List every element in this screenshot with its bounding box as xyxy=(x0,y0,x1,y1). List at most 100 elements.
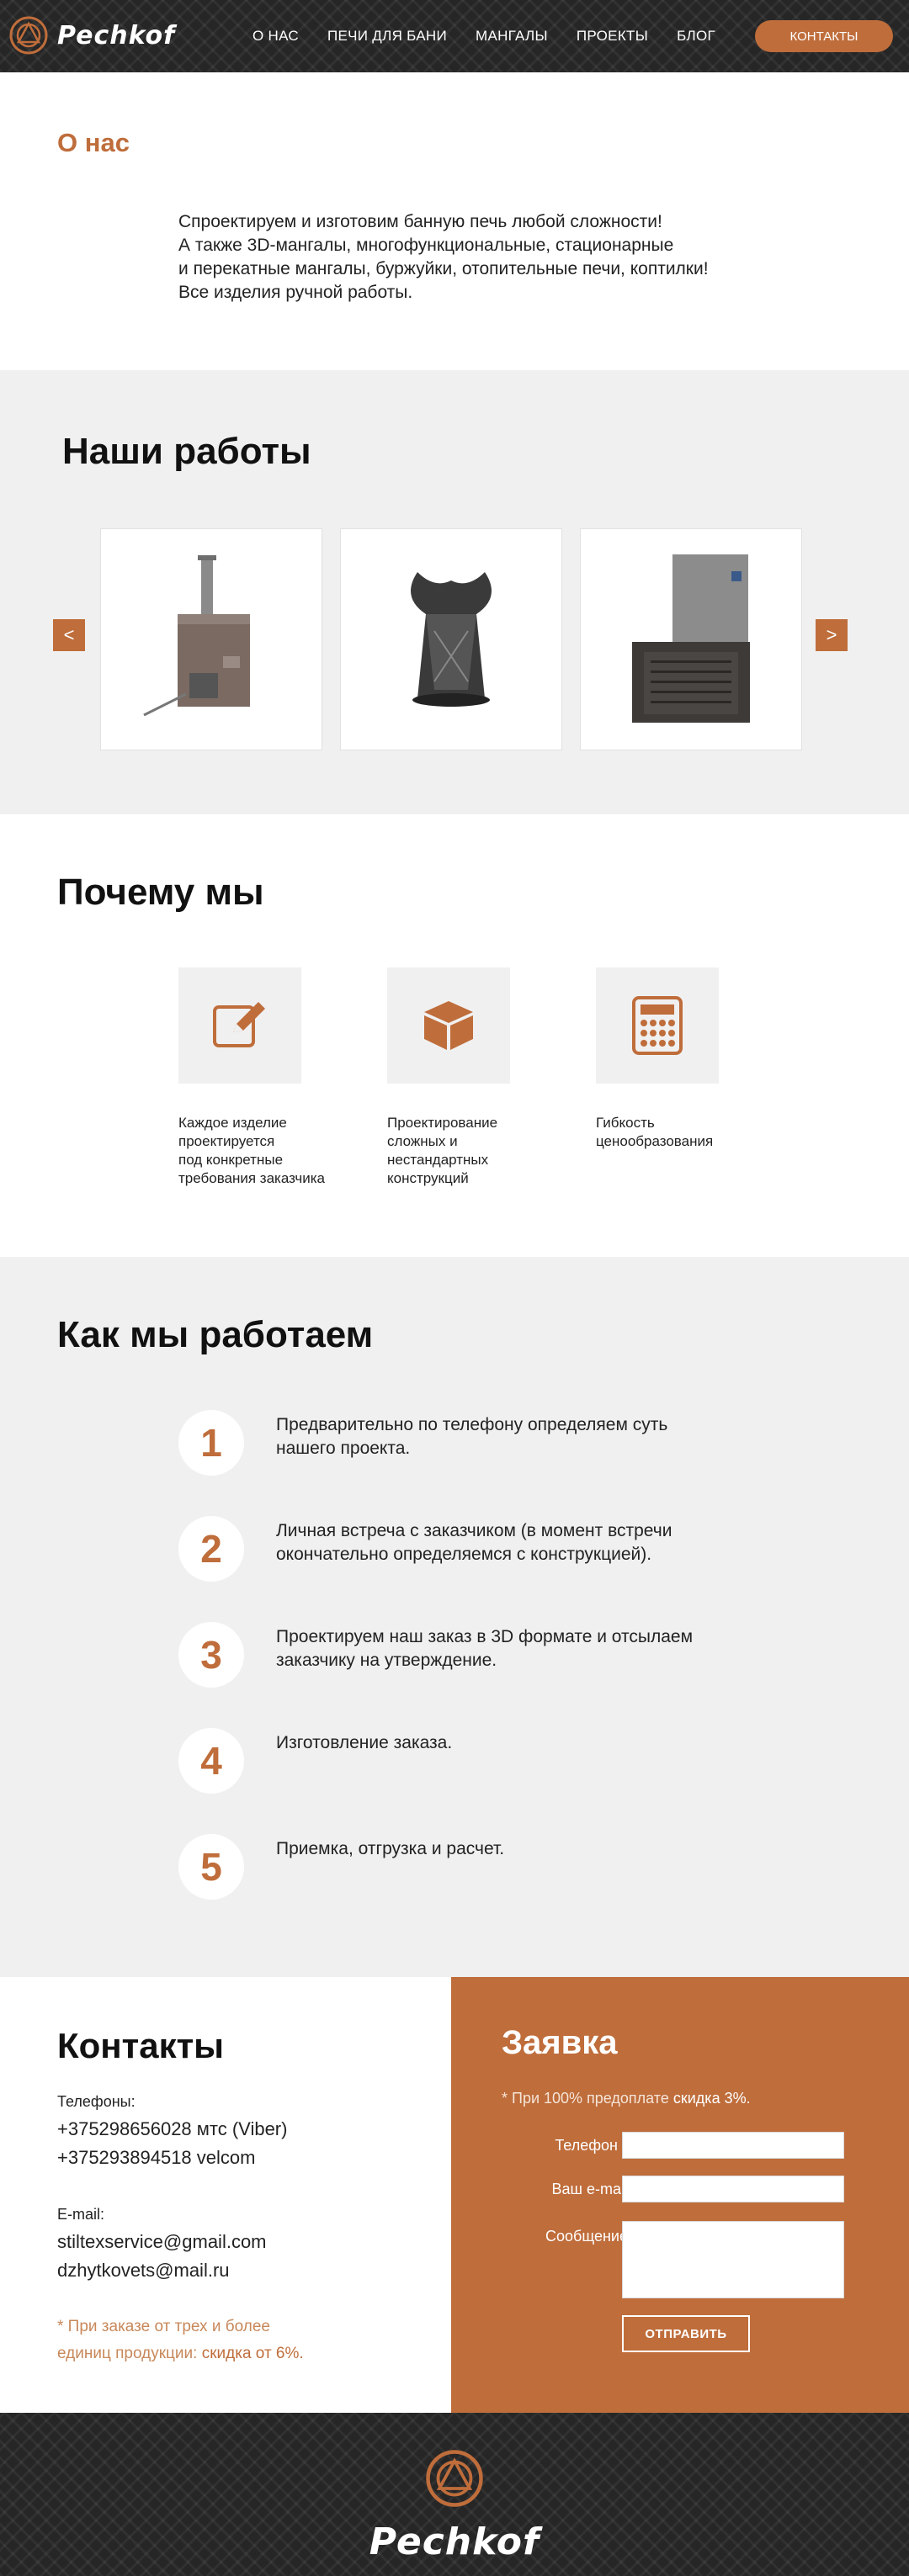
step-text-line: Личная встреча с заказчиком (в момент вс… xyxy=(276,1521,672,1540)
nav-item-projects[interactable]: Проекты xyxy=(577,28,648,45)
carousel-next-button[interactable]: > xyxy=(816,619,848,651)
3d-grill-image xyxy=(411,572,492,707)
prepay-note-text: * При 100% предоплате xyxy=(502,2090,669,2107)
footer-logo-text: Pechkof xyxy=(369,2520,540,2563)
contacts-section: Контакты Телефоны: +375298656028 мтс (Vi… xyxy=(0,1977,451,2413)
discount-highlight: скидка от 6%. xyxy=(201,2345,304,2362)
edit-icon xyxy=(213,1002,265,1047)
step-number: 3 xyxy=(178,1622,244,1688)
step-text-line: заказчику на утверждение. xyxy=(276,1651,497,1670)
step-text: Изготовление заказа. xyxy=(276,1731,452,1755)
contacts-button[interactable]: Контакты xyxy=(755,20,893,52)
prepay-note: * При 100% предоплате скидка 3%. xyxy=(502,2090,751,2107)
step-number: 4 xyxy=(178,1728,244,1794)
why-title: Почему мы xyxy=(57,872,264,913)
logo-mark-icon xyxy=(9,16,48,55)
phone-link[interactable]: +375298656028 мтс (Viber) xyxy=(57,2118,287,2140)
step-text-line: Проектируем наш заказ в 3D формате и отс… xyxy=(276,1627,694,1646)
why-text: Гибкость ценообразования xyxy=(596,1114,781,1151)
step-number: 5 xyxy=(178,1834,244,1900)
step-number: 1 xyxy=(178,1410,244,1476)
phone-link[interactable]: +375293894518 velcom xyxy=(57,2147,255,2169)
nav-item-blog[interactable]: Блог xyxy=(677,28,715,45)
why-item: Каждое изделие проектируется под конкрет… xyxy=(178,967,364,1188)
why-text-line: Гибкость xyxy=(596,1115,655,1131)
phones-label: Телефоны: xyxy=(57,2093,136,2110)
why-text: Каждое изделие проектируется под конкрет… xyxy=(178,1114,364,1188)
works-section: Наши работы < > xyxy=(0,370,909,814)
about-title: О нас xyxy=(57,128,130,157)
logo-mark-icon xyxy=(426,2450,483,2507)
step-text-line: окончательно определяемся с конструкцией… xyxy=(276,1545,652,1564)
order-title: Заявка xyxy=(502,2024,618,2061)
email-field[interactable] xyxy=(622,2176,844,2202)
how-we-work-section: Как мы работаем 1 Предварительно по теле… xyxy=(0,1257,909,1977)
message-field[interactable] xyxy=(622,2221,844,2298)
discount-note-line: * При заказе от трех и более xyxy=(57,2318,270,2335)
why-icon-box xyxy=(387,967,510,1084)
why-text-line: Проектирование xyxy=(387,1115,498,1131)
work-card[interactable] xyxy=(580,528,802,750)
site-header: Pechkof О нас Печи для бани Мангалы Прое… xyxy=(0,0,909,72)
why-text-line: Каждое изделие xyxy=(178,1115,287,1131)
step-text: Приемка, отгрузка и расчет. xyxy=(276,1837,504,1861)
step-text-line: Приемка, отгрузка и расчет. xyxy=(276,1839,505,1858)
works-title: Наши работы xyxy=(62,431,311,472)
about-line: Все изделия ручной работы. xyxy=(178,283,413,302)
about-text: Спроектируем и изготовим банную печь люб… xyxy=(178,210,818,305)
sauna-stove-image xyxy=(143,555,250,717)
message-field-label: Сообщение xyxy=(545,2228,628,2245)
phone-field[interactable] xyxy=(622,2132,844,2159)
why-text-line: нестандартных xyxy=(387,1152,489,1168)
carousel-prev-button[interactable]: < xyxy=(53,619,85,651)
discount-note: * При заказе от трех и более единиц прод… xyxy=(57,2314,394,2367)
main-nav: О нас Печи для бани Мангалы Проекты Блог xyxy=(252,0,744,72)
step-text: Предварительно по телефону определяем су… xyxy=(276,1413,667,1460)
calculator-icon xyxy=(632,996,683,1055)
about-line: Спроектируем и изготовим банную печь люб… xyxy=(178,212,662,231)
contacts-title: Контакты xyxy=(57,2026,225,2065)
why-item: Проектирование сложных и нестандартных к… xyxy=(387,967,572,1188)
why-text: Проектирование сложных и нестандартных к… xyxy=(387,1114,572,1188)
prepay-highlight: скидка 3%. xyxy=(672,2090,751,2107)
email-field-label: Ваш e-mail xyxy=(551,2181,628,2197)
why-icon-box xyxy=(178,967,301,1084)
step: 1 Предварительно по телефону определяем … xyxy=(178,1410,869,1477)
email-link[interactable]: stiltexservice@gmail.com xyxy=(57,2231,267,2253)
about-line: и перекатные мангалы, буржуйки, отопител… xyxy=(178,259,709,278)
step-text-line: нашего проекта. xyxy=(276,1439,411,1458)
logo[interactable]: Pechkof xyxy=(8,15,175,56)
why-text-line: конструкций xyxy=(387,1170,469,1186)
why-item: Гибкость ценообразования xyxy=(596,967,781,1151)
stove-image xyxy=(632,554,750,723)
submit-button[interactable]: Отправить xyxy=(622,2315,750,2352)
nav-item-about[interactable]: О нас xyxy=(252,28,299,45)
why-text-line: проектируется xyxy=(178,1133,275,1149)
step: 5 Приемка, отгрузка и расчет. xyxy=(178,1834,869,1901)
step-text-line: Предварительно по телефону определяем су… xyxy=(276,1415,668,1434)
phone-field-label: Телефон * xyxy=(555,2137,628,2154)
nav-item-grills[interactable]: Мангалы xyxy=(476,28,548,45)
work-card[interactable] xyxy=(100,528,322,750)
why-text-line: требования заказчика xyxy=(178,1170,325,1186)
discount-note-line: единиц продукции: xyxy=(57,2345,198,2362)
about-line: А также 3D-мангалы, многофункциональные,… xyxy=(178,236,674,255)
step: 4 Изготовление заказа. xyxy=(178,1728,869,1795)
step-text-line: Изготовление заказа. xyxy=(276,1733,453,1752)
email-label: E-mail: xyxy=(57,2206,105,2223)
nav-item-bath-stoves[interactable]: Печи для бани xyxy=(327,28,447,45)
why-text-line: ценообразования xyxy=(596,1133,714,1149)
order-form-section: Заявка * При 100% предоплате скидка 3%. … xyxy=(451,1977,909,2413)
step: 2 Личная встреча с заказчиком (в момент … xyxy=(178,1516,869,1583)
why-text-line: сложных и xyxy=(387,1133,458,1149)
site-footer: Pechkof xyxy=(0,2413,909,2576)
why-icon-box xyxy=(596,967,719,1084)
step-number: 2 xyxy=(178,1516,244,1582)
why-text-line: под конкретные xyxy=(178,1152,284,1168)
logo-text: Pechkof xyxy=(57,20,176,50)
step-text: Проектируем наш заказ в 3D формате и отс… xyxy=(276,1625,693,1672)
step: 3 Проектируем наш заказ в 3D формате и о… xyxy=(178,1622,869,1689)
work-card[interactable] xyxy=(340,528,562,750)
how-title: Как мы работаем xyxy=(57,1314,374,1355)
email-link[interactable]: dzhytkovets@mail.ru xyxy=(57,2260,230,2282)
